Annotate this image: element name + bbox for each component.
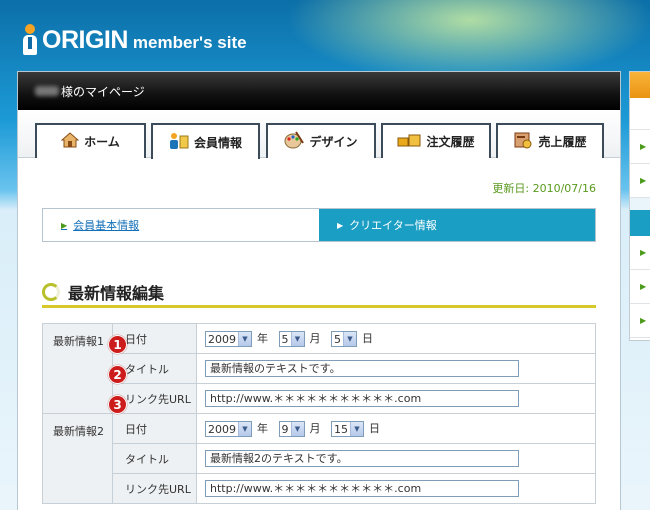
arrow-right-icon: ▶ <box>640 248 647 257</box>
palette-icon <box>284 131 305 152</box>
date-label: 日付 <box>112 413 197 444</box>
tab-member-info[interactable]: 会員情報 <box>151 123 260 159</box>
callout-badge-2: 2 <box>108 365 127 384</box>
date-field: 2009 ▼ 年 5 ▼ 月 5 ▼ 日 <box>196 323 596 354</box>
day-select[interactable]: 15 ▼ <box>331 421 364 437</box>
user-bar-label: 様のマイページ <box>61 84 145 99</box>
user-bar: 様のマイページ <box>18 72 620 110</box>
news-group-label: 最新情報1 <box>42 323 113 414</box>
section-title: 最新情報編集 <box>68 283 165 303</box>
title-input[interactable]: 最新情報のテキストです。 <box>205 360 519 377</box>
chevron-down-icon: ▼ <box>290 422 304 436</box>
home-icon <box>60 132 80 151</box>
subnav-creator-info-label: クリエイター情報 <box>349 219 437 232</box>
tab-home[interactable]: ホーム <box>35 123 146 158</box>
sidebar-link[interactable]: ▶ <box>630 236 650 270</box>
arrow-right-icon: ▶ <box>61 220 68 230</box>
order-history-icon <box>397 132 421 151</box>
year-unit: 年 <box>257 422 268 435</box>
arrow-right-icon: ▶ <box>337 220 344 230</box>
table-row: タイトル 最新情報2のテキストです。 <box>43 443 596 474</box>
callout-badge-1: 1 <box>108 335 127 354</box>
day-unit: 日 <box>362 332 373 345</box>
subnav-creator-info[interactable]: ▶ クリエイター情報 <box>319 209 595 241</box>
logo-suffix: member's site <box>132 33 247 52</box>
arrow-right-icon: ▶ <box>640 142 647 151</box>
tab-bar: ホーム 会員情報 デザイン 注文履歴 売上履歴 <box>18 110 620 159</box>
date-field: 2009 ▼ 年 9 ▼ 月 15 ▼ 日 <box>196 413 596 444</box>
sales-history-icon <box>513 131 533 152</box>
tab-member-info-label: 会員情報 <box>193 135 242 150</box>
tab-order-history-label: 注文履歴 <box>426 135 475 149</box>
callout-badge-3: 3 <box>108 395 127 414</box>
day-unit: 日 <box>369 422 380 435</box>
title-input[interactable]: 最新情報2のテキストです。 <box>205 450 519 467</box>
year-select[interactable]: 2009 ▼ <box>205 331 252 347</box>
chevron-down-icon: ▼ <box>350 422 363 436</box>
sub-navigation: ▶ 会員基本情報 ▶ クリエイター情報 <box>42 208 596 242</box>
day-select[interactable]: 5 ▼ <box>331 331 357 347</box>
sidebar-link[interactable]: ▶ <box>630 270 650 304</box>
title-label: タイトル <box>112 443 197 474</box>
arrow-right-icon: ▶ <box>640 176 647 185</box>
arrow-right-icon: ▶ <box>640 282 647 291</box>
sidebar-link[interactable]: ▶ <box>630 130 650 164</box>
user-name-redacted <box>35 86 59 96</box>
sidebar-link[interactable]: ▶ <box>630 304 650 338</box>
arrow-right-icon: ▶ <box>640 316 647 325</box>
chevron-down-icon: ▼ <box>238 332 251 346</box>
logo-person-icon <box>22 24 38 56</box>
tab-home-label: ホーム <box>84 135 120 149</box>
tab-design-label: デザイン <box>309 135 358 149</box>
tab-design[interactable]: デザイン <box>266 123 376 158</box>
month-unit: 月 <box>309 332 321 345</box>
section-heading: 最新情報編集 <box>42 278 596 308</box>
main-panel: 様のマイページ ホーム 会員情報 デザイン 注文履歴 売上履歴 更新日: 201… <box>17 71 621 510</box>
news-group-label: 最新情報2 <box>42 413 113 504</box>
right-sidebar: ▶ ▶ ▶ ▶ ▶ <box>629 71 650 341</box>
year-select[interactable]: 2009 ▼ <box>205 421 252 437</box>
year-unit: 年 <box>257 332 268 345</box>
sidebar-link[interactable]: ▶ <box>630 164 650 198</box>
chevron-down-icon: ▼ <box>343 332 356 346</box>
table-row: 最新情報2 日付 2009 ▼ 年 9 ▼ 月 15 ▼ 日 <box>42 413 596 504</box>
sidebar-text-block <box>630 98 650 130</box>
site-logo[interactable]: ORIGIN member's site <box>22 22 247 58</box>
month-unit: 月 <box>309 422 321 435</box>
month-select[interactable]: 9 ▼ <box>278 421 305 437</box>
subnav-member-basic-info-label: 会員基本情報 <box>73 219 140 232</box>
tab-sales-history-label: 売上履歴 <box>538 135 587 149</box>
tab-sales-history[interactable]: 売上履歴 <box>496 123 604 158</box>
url-label: リンク先URL <box>112 473 197 504</box>
sidebar-header <box>630 72 650 98</box>
tab-order-history[interactable]: 注文履歴 <box>381 123 491 158</box>
table-row: リンク先URL http://www.＊＊＊＊＊＊＊＊＊＊＊.com <box>43 473 596 504</box>
chevron-down-icon: ▼ <box>290 332 304 346</box>
ring-icon <box>42 282 60 301</box>
logo-name: ORIGIN <box>42 25 128 54</box>
sidebar-header <box>630 210 650 236</box>
url-input[interactable]: http://www.＊＊＊＊＊＊＊＊＊＊＊.com <box>205 390 519 407</box>
updated-date: 更新日: 2010/07/16 <box>492 182 596 195</box>
subnav-member-basic-info[interactable]: ▶ 会員基本情報 <box>43 209 319 241</box>
content-area: 更新日: 2010/07/16 ▶ 会員基本情報 ▶ クリエイター情報 最新情報… <box>18 158 620 510</box>
month-select[interactable]: 5 ▼ <box>278 331 305 347</box>
url-input[interactable]: http://www.＊＊＊＊＊＊＊＊＊＊＊.com <box>205 480 519 497</box>
chevron-down-icon: ▼ <box>238 422 251 436</box>
member-info-icon <box>169 132 189 153</box>
